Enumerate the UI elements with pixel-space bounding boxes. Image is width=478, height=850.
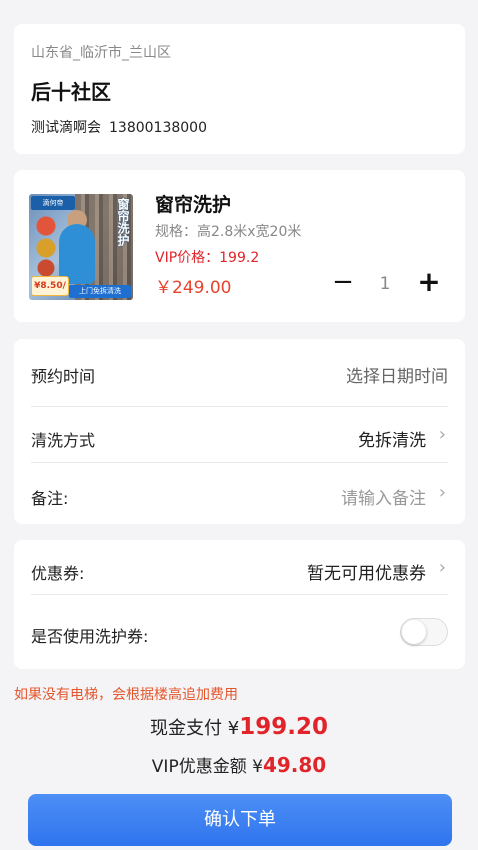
product-image-brand: 滴何帝	[31, 196, 75, 210]
vip-discount: VIP优惠金额 ¥49.80	[0, 752, 478, 777]
remark-row[interactable]: 备注: 请输入备注 ›	[31, 465, 448, 521]
voucher-row: 是否使用洗护券:	[31, 603, 448, 659]
product-card: 滴何帝 窗帘洗护 ¥8.50/ 上门免拆清洗 窗帘洗护 规格：高2.8米x宽20…	[14, 170, 465, 322]
product-image: 滴何帝 窗帘洗护 ¥8.50/ 上门免拆清洗	[29, 194, 133, 300]
contact-name: 测试滴啊会	[31, 120, 101, 136]
address-community: 后十社区	[31, 80, 111, 104]
appointment-time-label: 预约时间	[31, 367, 96, 386]
quantity-decrease-button[interactable]: −	[331, 269, 355, 297]
divider	[31, 594, 448, 595]
product-image-title: 窗帘洗护	[116, 198, 130, 246]
quantity-increase-button[interactable]: +	[416, 268, 442, 297]
vip-discount-label: VIP优惠金额	[151, 757, 247, 777]
product-image-banner: 上门免拆清洗	[69, 285, 131, 298]
wash-method-row[interactable]: 清洗方式 免拆清洗 ›	[31, 407, 448, 463]
product-vip-price: VIP价格：199.2	[155, 250, 260, 266]
address-contact: 测试滴啊会 13800138000	[31, 117, 207, 137]
product-image-price-tag: ¥8.50/	[31, 276, 69, 296]
vip-discount-amount: 49.80	[262, 753, 327, 777]
order-form-card: 预约时间 选择日期时间 清洗方式 免拆清洗 › 备注: 请输入备注 ›	[14, 339, 465, 524]
cash-amount: 199.20	[239, 714, 328, 740]
voucher-label: 是否使用洗护券:	[31, 627, 149, 646]
cash-label: 现金支付	[150, 718, 223, 739]
toggle-knob	[402, 620, 426, 644]
chevron-right-icon: ›	[438, 557, 446, 578]
coupon-row[interactable]: 优惠券: 暂无可用优惠券 ›	[31, 540, 448, 596]
elevator-notice: 如果没有电梯，会根据楼高追加费用	[14, 687, 238, 703]
currency-symbol: ¥	[252, 757, 263, 777]
divider	[31, 462, 448, 463]
chevron-right-icon: ›	[438, 424, 446, 445]
quantity-value: 1	[379, 274, 391, 294]
address-region: 山东省_临沂市_兰山区	[31, 45, 171, 61]
coupon-value[interactable]: 暂无可用优惠券	[307, 559, 426, 584]
address-card[interactable]: 山东省_临沂市_兰山区 后十社区 测试滴啊会 13800138000	[14, 24, 465, 154]
wash-method-label: 清洗方式	[31, 431, 96, 450]
chevron-right-icon: ›	[438, 482, 446, 503]
product-image-decor	[35, 216, 57, 276]
remark-label: 备注:	[31, 489, 69, 508]
voucher-toggle[interactable]	[400, 618, 448, 646]
wash-method-value[interactable]: 免拆清洗	[358, 426, 426, 451]
remark-input[interactable]: 请输入备注	[341, 484, 426, 509]
product-title: 窗帘洗护	[155, 194, 232, 216]
appointment-time-picker[interactable]: 选择日期时间	[346, 362, 448, 387]
coupon-card: 优惠券: 暂无可用优惠券 › 是否使用洗护券:	[14, 540, 465, 669]
product-spec: 规格：高2.8米x宽20米	[155, 224, 302, 240]
coupon-label: 优惠券:	[31, 564, 85, 583]
confirm-order-button[interactable]: 确认下单	[28, 794, 452, 846]
appointment-time-row[interactable]: 预约时间 选择日期时间	[31, 343, 448, 399]
product-price: ￥249.00	[155, 278, 232, 298]
currency-symbol: ¥	[227, 718, 240, 739]
cash-payment: 现金支付 ¥199.20	[0, 714, 478, 740]
contact-phone: 13800138000	[109, 120, 207, 136]
product-image-worker	[59, 224, 95, 284]
